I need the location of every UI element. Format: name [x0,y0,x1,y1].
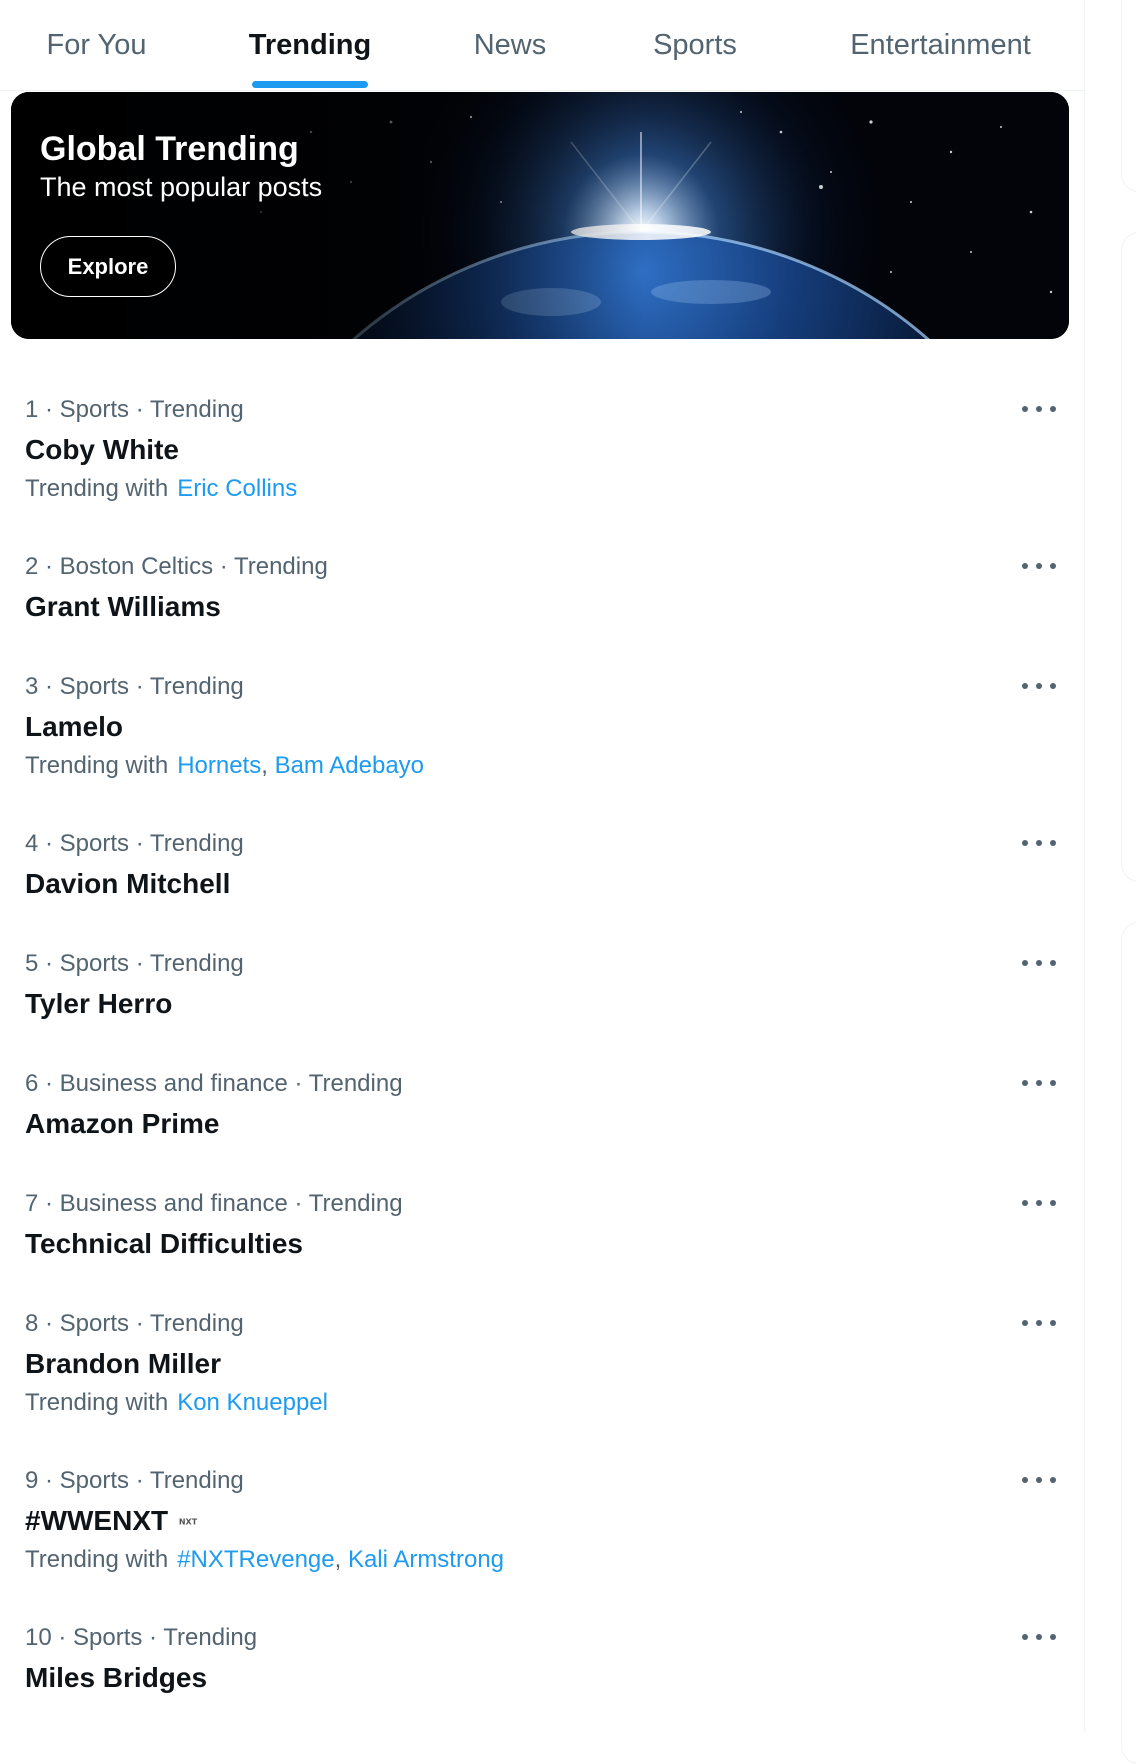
more-horizontal-icon [1022,1320,1028,1326]
tab-label: Entertainment [850,28,1031,61]
tab-label: News [473,28,547,61]
trend-item[interactable]: 5 · Sports · Trending Tyler Herro [0,950,1084,1030]
trend-title: Davion Mitchell [25,868,231,899]
sidebar-card [1121,922,1136,1764]
trend-context: 6 · Business and finance · Trending [25,1070,403,1097]
explore-tab-bar: For You Trending News Sports Entertainme… [0,0,1084,91]
trend-item[interactable]: 8 · Sports · Trending Brandon Miller Tre… [0,1310,1084,1420]
trending-with-label: Trending with [25,475,169,502]
trending-with-link[interactable]: Eric Collins [177,475,297,502]
active-tab-indicator [252,81,368,88]
banner-title: Global Trending [40,130,299,168]
trend-context: 4 · Sports · Trending [25,830,244,857]
more-horizontal-icon [1022,563,1028,569]
trending-with-label: Trending with [25,1546,169,1573]
trend-item[interactable]: 2 · Boston Celtics · Trending Grant Will… [0,553,1084,633]
trend-item[interactable]: 6 · Business and finance · Trending Amaz… [0,1070,1084,1150]
trend-title-row: #WWENXT NXT [25,1505,205,1537]
trending-with-link[interactable]: Bam Adebayo [275,752,424,779]
trend-context: 3 · Sports · Trending [25,673,244,700]
more-options-button[interactable] [1022,832,1056,854]
trend-title: Grant Williams [25,591,221,622]
sidebar-card [1121,232,1136,882]
tab-for-you[interactable]: For You [0,0,193,90]
tab-label: For You [46,28,147,61]
tab-trending[interactable]: Trending [193,0,427,90]
trend-context: 2 · Boston Celtics · Trending [25,553,328,580]
more-options-button[interactable] [1022,675,1056,697]
trend-title: Technical Difficulties [25,1228,303,1259]
trending-with-link[interactable]: Kali Armstrong [348,1546,504,1573]
trend-title: Tyler Herro [25,988,173,1019]
tab-label: Trending [248,28,372,61]
trend-context: 9 · Sports · Trending [25,1467,244,1494]
tab-news[interactable]: News [427,0,593,90]
more-options-button[interactable] [1022,1312,1056,1334]
trending-with-link[interactable]: #NXTRevenge [177,1546,334,1573]
tab-sports[interactable]: Sports [593,0,797,90]
sidebar-card [1121,0,1136,192]
banner-subtitle: The most popular posts [40,172,323,202]
trend-title: Coby White [25,434,179,465]
more-options-button[interactable] [1022,1072,1056,1094]
more-options-button[interactable] [1022,952,1056,974]
trending-with-label: Trending with [25,1389,169,1416]
trend-item[interactable]: 7 · Business and finance · Trending Tech… [0,1190,1084,1270]
more-horizontal-icon [1022,1634,1028,1640]
trending-with: Trending with Eric Collins [25,475,297,503]
trend-title: Amazon Prime [25,1108,220,1139]
more-options-button[interactable] [1022,555,1056,577]
more-options-button[interactable] [1022,1469,1056,1491]
trend-title: Miles Bridges [25,1662,208,1693]
trend-item[interactable]: 1 · Sports · Trending Coby White Trendin… [0,396,1084,506]
trend-item[interactable]: 9 · Sports · Trending #WWENXT NXT Trendi… [0,1467,1084,1577]
right-sidebar-edge [1085,0,1136,1764]
tab-entertainment[interactable]: Entertainment [797,0,1084,90]
trend-context: 1 · Sports · Trending [25,396,244,423]
more-horizontal-icon [1022,840,1028,846]
svg-text:NXT: NXT [179,1518,198,1527]
trend-context: 7 · Business and finance · Trending [25,1190,403,1217]
trending-with: Trending with Hornets, Bam Adebayo [25,752,425,779]
nxt-logo-icon: NXT [172,1517,205,1527]
trending-with: Trending with Kon Knueppel [25,1389,328,1417]
trending-with: Trending with #NXTRevenge, Kali Armstrong [25,1546,505,1573]
trend-context: 10 · Sports · Trending [25,1624,258,1651]
global-trending-banner[interactable]: Global Trending The most popular posts E… [11,92,1069,339]
more-horizontal-icon [1022,1477,1028,1483]
trending-with-link[interactable]: Kon Knueppel [177,1389,328,1416]
explore-main-column: For You Trending News Sports Entertainme… [0,0,1085,1732]
trend-title: Lamelo [25,711,124,742]
more-options-button[interactable] [1022,1192,1056,1214]
trend-title: Brandon Miller [25,1348,222,1379]
explore-button[interactable]: Explore [40,236,176,297]
more-horizontal-icon [1022,1080,1028,1086]
trend-context: 5 · Sports · Trending [25,950,244,977]
trend-item[interactable]: 4 · Sports · Trending Davion Mitchell [0,830,1084,910]
trend-item[interactable]: 3 · Sports · Trending Lamelo Trending wi… [0,673,1084,783]
tab-label: Sports [653,28,737,61]
more-options-button[interactable] [1022,398,1056,420]
more-horizontal-icon [1022,683,1028,689]
trend-item[interactable]: 10 · Sports · Trending Miles Bridges [0,1624,1084,1704]
more-horizontal-icon [1022,1200,1028,1206]
trend-title: #WWENXT [25,1505,169,1536]
more-horizontal-icon [1022,960,1028,966]
trending-with-label: Trending with [25,752,169,779]
trend-context: 8 · Sports · Trending [25,1310,244,1337]
more-options-button[interactable] [1022,1626,1056,1648]
more-horizontal-icon [1022,406,1028,412]
trending-with-link[interactable]: Hornets [177,752,261,779]
